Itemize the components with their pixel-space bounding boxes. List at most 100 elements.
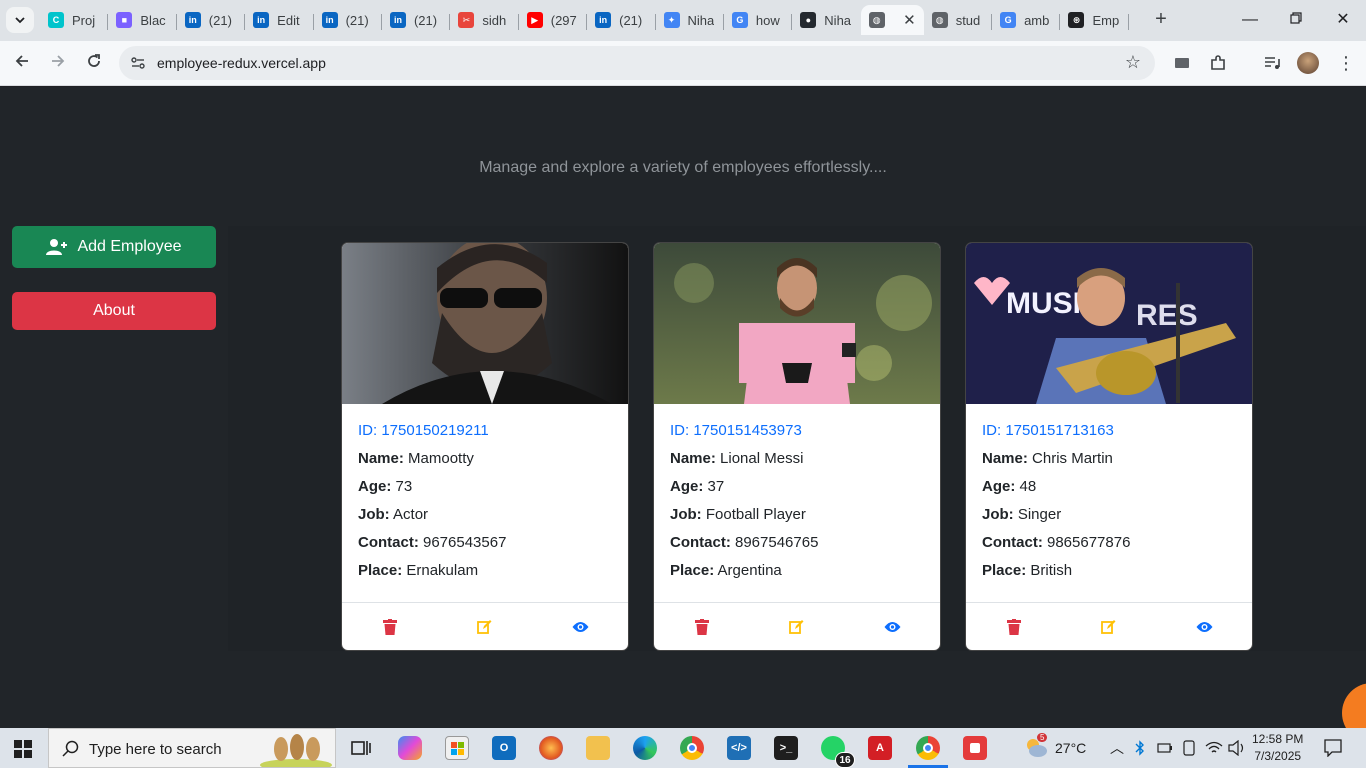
chrome-active-icon[interactable] <box>908 736 948 768</box>
employee-card: MUSIC RES ID: 1750151713163 Name: Chris … <box>965 242 1253 651</box>
back-button[interactable] <box>11 52 33 74</box>
job-label: Job: <box>982 506 1014 523</box>
age-label: Age: <box>358 478 392 495</box>
search-highlight-illustration-icon <box>260 734 332 767</box>
browser-tab[interactable]: ■ Blac <box>108 5 177 35</box>
employee-name-row: Name: Chris Martin <box>982 450 1236 468</box>
tab-list: C Proj ■ Blac in (21) in Edit in (21) in (21) ✂ sidh ▶… <box>40 5 1129 37</box>
site-settings-icon[interactable] <box>129 54 147 72</box>
browser-tab[interactable]: Ghow <box>724 5 793 35</box>
task-view-icon[interactable] <box>349 736 373 760</box>
browser-tab[interactable]: ✦ Niha <box>656 5 724 35</box>
trash-icon <box>694 618 709 635</box>
browser-tab[interactable]: Gamb <box>992 5 1061 35</box>
address-bar[interactable]: employee-redux.vercel.app ☆ <box>119 46 1155 80</box>
name-label: Name: <box>670 450 716 467</box>
battery-plug-icon[interactable] <box>1157 740 1173 756</box>
chevron-up-icon[interactable]: ︿ <box>1110 738 1124 758</box>
edge-icon[interactable] <box>633 736 657 760</box>
close-tab-icon[interactable]: ✕ <box>903 11 916 29</box>
browser-tab[interactable]: ✂ sidh <box>450 5 519 35</box>
phone-link-icon[interactable] <box>1182 740 1196 756</box>
delete-button[interactable] <box>999 613 1029 641</box>
employee-place-row: Place: Argentina <box>670 562 924 580</box>
bluetooth-icon[interactable] <box>1135 740 1145 756</box>
close-window-button[interactable]: ✕ <box>1333 10 1353 30</box>
google-icon: G <box>1000 12 1017 28</box>
media-controls-icon[interactable] <box>1262 53 1282 73</box>
employee-job-row: Job: Actor <box>358 506 612 524</box>
browser-tab[interactable]: in (21) <box>587 5 656 35</box>
restore-button[interactable] <box>1286 10 1306 30</box>
employee-job: Football Player <box>705 506 806 523</box>
browser-tab[interactable]: in (21) <box>314 5 382 35</box>
extensions-puzzle-icon[interactable] <box>1208 53 1228 73</box>
copilot-icon[interactable] <box>398 736 422 760</box>
file-explorer-icon[interactable] <box>586 736 610 760</box>
linkedin-icon: in <box>253 12 270 28</box>
reload-button[interactable] <box>83 52 105 74</box>
app-page: Manage and explore a variety of employee… <box>0 87 1366 743</box>
view-button[interactable] <box>1189 613 1219 641</box>
edit-button[interactable] <box>1094 613 1124 641</box>
employee-name-row: Name: Lional Messi <box>670 450 924 468</box>
temperature-text[interactable]: 27°C <box>1055 740 1086 756</box>
clock-time: 12:58 PM <box>1252 732 1304 746</box>
browser-tab[interactable]: ⊛ Emp <box>1060 5 1129 35</box>
view-button[interactable] <box>877 613 907 641</box>
notification-center-icon[interactable] <box>1324 739 1342 757</box>
view-button[interactable] <box>565 613 595 641</box>
delete-button[interactable] <box>687 613 717 641</box>
employee-photo <box>342 243 628 404</box>
outlook-icon[interactable]: O <box>492 736 516 760</box>
wifi-icon[interactable] <box>1205 740 1223 756</box>
new-tab-button[interactable]: + <box>1150 9 1172 31</box>
employee-photo <box>654 243 940 404</box>
forward-button[interactable] <box>47 52 69 74</box>
browser-tab[interactable]: in (21) <box>382 5 451 35</box>
employee-name: Chris Martin <box>1032 450 1113 467</box>
trash-icon <box>382 618 397 635</box>
whatsapp-icon[interactable]: 16 <box>821 736 855 768</box>
browser-tab[interactable]: in (21) <box>177 5 246 35</box>
volume-icon[interactable] <box>1228 740 1246 756</box>
url-text[interactable]: employee-redux.vercel.app <box>157 55 326 71</box>
system-clock[interactable]: 12:58 PM 7/3/2025 <box>1252 731 1303 765</box>
chrome-icon[interactable] <box>680 736 704 760</box>
about-button[interactable]: About <box>12 292 216 330</box>
vscode-icon[interactable]: </> <box>727 736 751 760</box>
browser-menu-button[interactable]: ⋮ <box>1336 53 1356 73</box>
employee-contact: 8967546765 <box>735 534 819 551</box>
browser-tab[interactable]: in Edit <box>245 5 314 35</box>
employee-age-row: Age: 37 <box>670 478 924 496</box>
browser-tab-strip: C Proj ■ Blac in (21) in Edit in (21) in (21) ✂ sidh ▶… <box>0 0 1366 41</box>
browser-tab[interactable]: ● Niha <box>792 5 860 35</box>
browser-tab[interactable]: ▶ (297 <box>519 5 588 35</box>
employee-age: 73 <box>395 478 413 495</box>
edit-button[interactable] <box>782 613 812 641</box>
firefox-icon[interactable] <box>539 736 563 760</box>
cast-icon[interactable] <box>1172 53 1192 73</box>
acrobat-icon[interactable]: A <box>868 736 892 760</box>
minimize-button[interactable]: — <box>1240 10 1260 30</box>
eye-icon <box>1196 621 1213 632</box>
weather-widget[interactable]: 5 <box>1024 733 1048 758</box>
search-placeholder: Type here to search <box>89 741 222 758</box>
browser-tab[interactable]: ◍ ✕ <box>860 5 924 35</box>
browser-toolbar: employee-redux.vercel.app ☆ ⋮ <box>0 41 1366 86</box>
age-label: Age: <box>982 478 1016 495</box>
profile-avatar[interactable] <box>1297 52 1319 74</box>
terminal-icon[interactable]: >_ <box>774 736 798 760</box>
tab-search-button[interactable] <box>6 7 34 33</box>
browser-tab[interactable]: C Proj <box>40 5 109 35</box>
microsoft-store-icon[interactable] <box>445 736 469 760</box>
sidebar: Add Employee About <box>12 226 216 330</box>
delete-button[interactable] <box>375 613 405 641</box>
windows-start-icon[interactable] <box>14 740 32 758</box>
screen-recorder-icon[interactable] <box>963 736 987 760</box>
add-employee-button[interactable]: Add Employee <box>12 226 216 268</box>
bookmark-star-icon[interactable]: ☆ <box>1125 52 1141 73</box>
browser-tab[interactable]: ◍ stud <box>924 5 993 35</box>
taskbar-search-box[interactable]: Type here to search <box>48 728 336 768</box>
edit-button[interactable] <box>470 613 500 641</box>
